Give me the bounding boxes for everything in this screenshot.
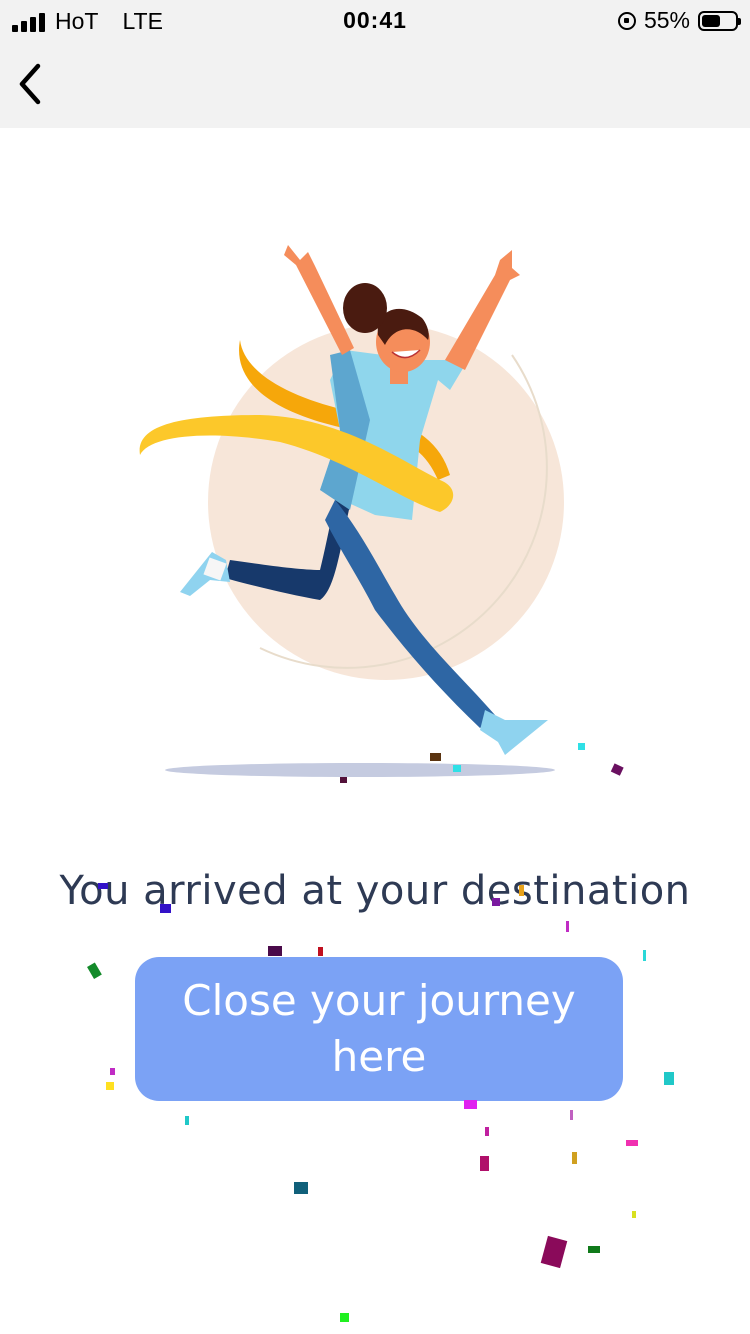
confetti-piece xyxy=(110,1068,115,1075)
hair-bun xyxy=(343,283,387,333)
back-button[interactable] xyxy=(10,60,54,108)
close-journey-label: Close your journey here xyxy=(182,976,576,1081)
confetti-piece xyxy=(610,763,624,776)
status-bar: HoT LTE 00:41 55% xyxy=(0,0,750,40)
confetti-piece xyxy=(632,1211,636,1218)
battery-percent: 55% xyxy=(643,7,690,33)
confetti-piece xyxy=(540,1235,568,1269)
arrival-message: You arrived at your destination xyxy=(59,868,691,914)
chevron-left-icon xyxy=(19,63,41,105)
confetti-piece xyxy=(318,947,323,956)
confetti-piece xyxy=(566,921,569,932)
confetti-piece xyxy=(480,1156,489,1171)
battery-fill xyxy=(702,14,720,27)
confetti-piece xyxy=(294,1182,308,1194)
navigation-bar xyxy=(0,40,750,128)
ground-shadow xyxy=(165,763,555,777)
close-journey-button[interactable]: Close your journey here xyxy=(135,957,623,1101)
confetti-piece xyxy=(340,1313,349,1322)
confetti-piece xyxy=(106,1082,114,1090)
front-shoe xyxy=(480,710,548,755)
confetti-piece xyxy=(570,1110,573,1120)
confetti-piece xyxy=(87,962,102,980)
confetti-piece xyxy=(572,1152,577,1164)
confetti-piece xyxy=(485,1127,489,1136)
confetti-piece xyxy=(664,1072,674,1085)
confetti-piece xyxy=(643,950,646,961)
confetti-piece xyxy=(626,1140,638,1146)
battery-icon xyxy=(698,10,741,31)
finish-line-illustration xyxy=(139,245,564,777)
confetti-piece xyxy=(588,1246,600,1253)
status-right: 55% xyxy=(617,7,741,34)
confetti-piece xyxy=(185,1116,189,1125)
confetti-piece xyxy=(464,1100,477,1109)
confetti-piece xyxy=(268,946,282,956)
right-arm xyxy=(445,250,520,370)
orientation-lock-icon xyxy=(617,11,636,30)
